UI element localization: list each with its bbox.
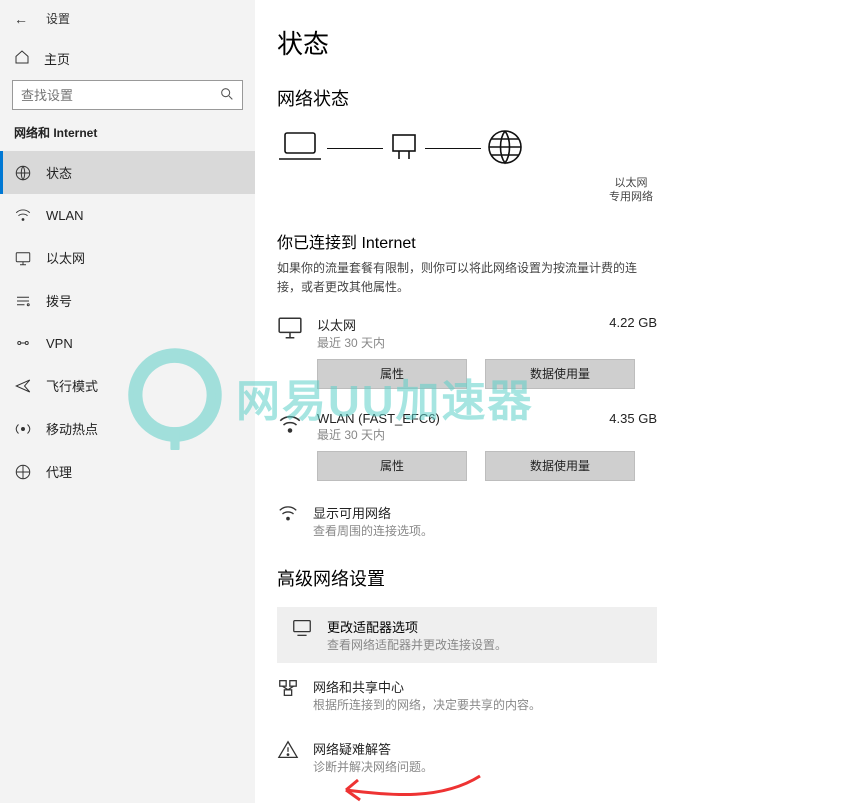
sidebar-item-vpn[interactable]: VPN	[0, 322, 255, 364]
network-usage: 4.22 GB	[609, 315, 657, 330]
home-nav[interactable]: 主页	[0, 41, 255, 80]
sidebar-item-label: 状态	[46, 163, 72, 182]
topology-line	[327, 148, 383, 149]
link-title: 网络和共享中心	[313, 677, 541, 696]
sidebar-item-hotspot[interactable]: 移动热点	[0, 407, 255, 450]
monitor-icon	[277, 315, 303, 344]
settings-sidebar: ← 设置 主页 网络和 Internet 状态 WLAN	[0, 0, 255, 803]
topology-type: 专用网络	[399, 190, 863, 204]
sidebar-item-dialup[interactable]: 拨号	[0, 279, 255, 322]
home-label: 主页	[44, 49, 70, 68]
page-title: 状态	[277, 24, 863, 61]
main-content: 状态 网络状态 以太网 专用网络 你已连接到 Internet 如果你的流量套餐…	[255, 0, 863, 803]
advanced-heading: 高级网络设置	[277, 565, 863, 591]
wifi-icon	[277, 411, 303, 440]
topology-name: 以太网	[399, 176, 863, 190]
ethernet-icon	[14, 249, 32, 267]
network-topology	[277, 127, 863, 170]
dialup-icon	[14, 292, 32, 310]
sharing-center[interactable]: 网络和共享中心 根据所连接到的网络，决定要共享的内容。	[277, 677, 863, 713]
router-icon	[387, 129, 421, 168]
network-status-heading: 网络状态	[277, 85, 863, 111]
sidebar-item-proxy[interactable]: 代理	[0, 450, 255, 493]
search-icon	[219, 86, 235, 105]
search-wrap	[12, 80, 243, 110]
status-icon	[14, 164, 32, 182]
network-name: WLAN (FAST_EFC6)	[317, 411, 595, 426]
topology-line	[425, 148, 481, 149]
sidebar-item-status[interactable]: 状态	[0, 151, 255, 194]
wifi-list-icon	[277, 503, 299, 539]
laptop-icon	[277, 129, 323, 168]
sidebar-item-label: 拨号	[46, 291, 72, 310]
link-title: 显示可用网络	[313, 503, 433, 522]
titlebar: ← 设置	[0, 6, 255, 41]
sidebar-item-label: 以太网	[46, 248, 85, 267]
link-desc: 查看网络适配器并更改连接设置。	[327, 636, 507, 653]
search-input[interactable]	[12, 80, 243, 110]
sidebar-item-ethernet[interactable]: 以太网	[0, 236, 255, 279]
link-desc: 根据所连接到的网络，决定要共享的内容。	[313, 696, 541, 713]
sidebar-item-label: 移动热点	[46, 419, 98, 438]
globe-icon	[485, 127, 525, 170]
troubleshoot[interactable]: 网络疑难解答 诊断并解决网络问题。	[277, 739, 863, 775]
wifi-icon	[14, 206, 32, 224]
properties-button[interactable]: 属性	[317, 451, 467, 481]
show-available-networks[interactable]: 显示可用网络 查看周围的连接选项。	[277, 503, 863, 539]
network-usage: 4.35 GB	[609, 411, 657, 426]
network-row-ethernet: 以太网 最近 30 天内 4.22 GB	[277, 315, 657, 351]
network-sub: 最近 30 天内	[317, 334, 595, 351]
link-desc: 诊断并解决网络问题。	[313, 758, 433, 775]
sidebar-item-airplane[interactable]: 飞行模式	[0, 364, 255, 407]
topology-labels: 以太网 专用网络	[399, 176, 863, 205]
hotspot-icon	[14, 420, 32, 438]
warning-icon	[277, 739, 299, 775]
section-label: 网络和 Internet	[0, 124, 255, 151]
sidebar-nav: 状态 WLAN 以太网 拨号 VPN 飞行模式	[0, 151, 255, 493]
connected-heading: 你已连接到 Internet	[277, 229, 863, 253]
link-title: 更改适配器选项	[327, 617, 507, 636]
proxy-icon	[14, 463, 32, 481]
window-title: 设置	[46, 10, 70, 27]
sidebar-item-label: WLAN	[46, 208, 84, 223]
back-icon[interactable]: ←	[14, 11, 28, 27]
sidebar-item-label: 飞行模式	[46, 376, 98, 395]
link-title: 网络疑难解答	[313, 739, 433, 758]
airplane-icon	[14, 377, 32, 395]
home-icon	[14, 49, 30, 68]
data-usage-button[interactable]: 数据使用量	[485, 451, 635, 481]
sidebar-item-label: 代理	[46, 462, 72, 481]
data-usage-button[interactable]: 数据使用量	[485, 359, 635, 389]
network-row-wlan: WLAN (FAST_EFC6) 最近 30 天内 4.35 GB	[277, 411, 657, 443]
link-desc: 查看周围的连接选项。	[313, 522, 433, 539]
adapter-options[interactable]: 更改适配器选项 查看网络适配器并更改连接设置。	[277, 607, 657, 663]
properties-button[interactable]: 属性	[317, 359, 467, 389]
sharing-icon	[277, 677, 299, 713]
vpn-icon	[14, 334, 32, 352]
network-sub: 最近 30 天内	[317, 426, 595, 443]
sidebar-item-wlan[interactable]: WLAN	[0, 194, 255, 236]
sidebar-item-label: VPN	[46, 336, 73, 351]
adapter-icon	[291, 617, 313, 642]
connected-desc: 如果你的流量套餐有限制，则你可以将此网络设置为按流量计费的连接，或者更改其他属性…	[277, 259, 637, 297]
network-name: 以太网	[317, 315, 595, 334]
